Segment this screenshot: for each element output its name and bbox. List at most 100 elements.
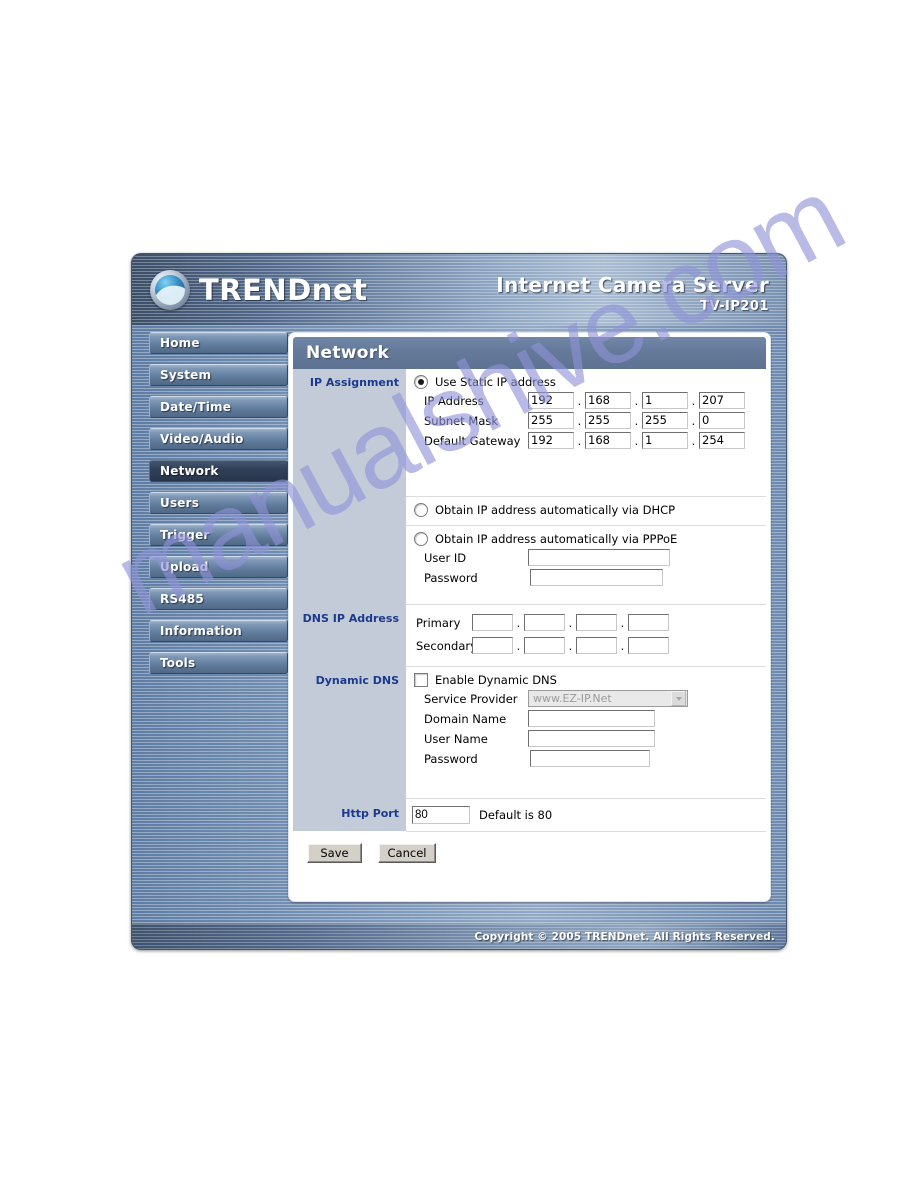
sidebar-nav: Home System Date/Time Video/Audio Networ… [149,332,288,684]
dhcp-option-label: Obtain IP address automatically via DHCP [435,503,676,517]
sidebar-item-datetime[interactable]: Date/Time [149,396,288,418]
section-dhcp: Obtain IP address automatically via DHCP [293,497,766,526]
ip-address-row: IP Address 192 . 168 . 1 . 207 [406,389,766,409]
dhcp-option-row[interactable]: Obtain IP address automatically via DHCP [406,497,766,517]
ip-address-octet-4[interactable]: 207 [699,392,745,409]
pppoe-userid-input[interactable] [528,549,670,566]
domain-name-label: Domain Name [424,711,507,726]
default-gateway-octet-4[interactable]: 254 [699,432,745,449]
product-model: TV-IP201 [700,299,769,314]
checkbox-enable-dynamic-dns[interactable] [414,673,428,687]
dns-secondary-dot-2: . [568,638,573,653]
dns-secondary-octet-3[interactable] [576,637,617,654]
section-label-http-port: Http Port [293,799,406,831]
pppoe-password-input[interactable] [530,569,663,586]
sidebar-item-upload[interactable]: Upload [149,556,288,578]
radio-obtain-via-pppoe[interactable] [414,532,428,546]
ip-address-octet-2[interactable]: 168 [585,392,631,409]
default-gateway-row: Default Gateway 192 . 168 . 1 . 254 [406,429,766,449]
static-ip-option-row[interactable]: Use Static IP address [406,369,766,389]
service-provider-row: Service Provider www.EZ-IP.Net [406,687,766,707]
section-label-dns-ip-address: DNS IP Address [293,605,406,667]
subnet-mask-label: Subnet Mask [424,413,499,428]
sidebar-item-information[interactable]: Information [149,620,288,642]
sidebar-item-rs485[interactable]: RS485 [149,588,288,610]
dns-primary-dot-1: . [516,615,521,630]
sidebar-item-tools[interactable]: Tools [149,652,288,674]
dns-primary-octet-2[interactable] [524,614,565,631]
pppoe-password-row: Password [406,566,766,586]
save-button[interactable]: Save [307,843,362,863]
brand-name-upper: TREND [199,272,312,307]
dns-secondary-octet-4[interactable] [628,637,669,654]
pppoe-password-label: Password [424,570,478,585]
section-label-ip-assignment: IP Assignment [293,369,406,497]
section-label-dynamic-dns: Dynamic DNS [293,667,406,799]
ddns-password-input[interactable] [530,750,650,767]
sidebar-item-network[interactable]: Network [149,460,288,482]
dns-primary-dot-2: . [568,615,573,630]
product-identity: Internet Camera Server TV-IP201 [496,273,769,315]
sidebar-item-system[interactable]: System [149,364,288,386]
subnet-mask-octet-2[interactable]: 255 [585,412,631,429]
ddns-password-label: Password [424,751,478,766]
header-bar: TRENDnet Internet Camera Server TV-IP201 [131,253,787,325]
dynamic-dns-body: Enable Dynamic DNS Service Provider www.… [406,667,766,799]
radio-obtain-via-dhcp[interactable] [414,503,428,517]
pppoe-userid-label: User ID [424,550,467,565]
radio-use-static-ip[interactable] [414,375,428,389]
dns-body: Primary . . . Secondary . . . [406,605,766,667]
page-title: Network [293,337,766,369]
dns-secondary-dot-3: . [620,638,625,653]
ip-address-octet-3[interactable]: 1 [642,392,688,409]
section-label-pppoe-spacer [293,526,406,605]
product-name: Internet Camera Server [496,273,769,297]
subnet-mask-octet-1[interactable]: 255 [528,412,574,429]
pppoe-option-row[interactable]: Obtain IP address automatically via PPPo… [406,526,766,546]
service-provider-label: Service Provider [424,691,518,706]
ddns-username-label: User Name [424,731,488,746]
camera-web-ui: TRENDnet Internet Camera Server TV-IP201… [131,253,787,950]
static-ip-option-label: Use Static IP address [435,375,556,389]
enable-dynamic-dns-label: Enable Dynamic DNS [435,673,557,687]
ddns-username-input[interactable] [528,730,655,747]
cancel-button[interactable]: Cancel [378,843,436,863]
sidebar-item-trigger[interactable]: Trigger [149,524,288,546]
section-label-dhcp-spacer [293,497,406,526]
sidebar-item-videoaudio[interactable]: Video/Audio [149,428,288,450]
service-provider-value: www.EZ-IP.Net [533,692,612,705]
subnet-dot-1: . [577,413,582,428]
enable-dynamic-dns-row[interactable]: Enable Dynamic DNS [406,667,766,687]
chevron-down-icon[interactable] [671,691,686,706]
subnet-mask-row: Subnet Mask 255 . 255 . 255 . 0 [406,409,766,429]
section-ip-assignment: IP Assignment Use Static IP address IP A… [293,369,766,497]
subnet-mask-octet-3[interactable]: 255 [642,412,688,429]
dns-primary-octet-4[interactable] [628,614,669,631]
sidebar-item-home[interactable]: Home [149,332,288,354]
default-gateway-label: Default Gateway [424,433,521,448]
dns-secondary-octet-1[interactable] [472,637,513,654]
default-gateway-octet-3[interactable]: 1 [642,432,688,449]
http-port-input[interactable]: 80 [412,806,470,824]
dns-secondary-octet-2[interactable] [524,637,565,654]
footer-bar: Copyright © 2005 TRENDnet. All Rights Re… [131,924,787,950]
section-http-port: Http Port 80 Default is 80 [293,799,766,832]
pppoe-body: Obtain IP address automatically via PPPo… [406,526,766,605]
ddns-username-row: User Name [406,727,766,747]
subnet-mask-octet-4[interactable]: 0 [699,412,745,429]
dns-primary-octet-3[interactable] [576,614,617,631]
trendnet-globe-icon [150,270,190,310]
default-gateway-octet-1[interactable]: 192 [528,432,574,449]
brand-wordmark: TRENDnet [199,272,367,307]
ip-address-octet-1[interactable]: 192 [528,392,574,409]
pppoe-option-label: Obtain IP address automatically via PPPo… [435,532,678,546]
ip-dot-2: . [634,393,639,408]
subnet-dot-2: . [634,413,639,428]
dns-secondary-row: Secondary . . . [406,631,766,654]
ip-dot-3: . [691,393,696,408]
domain-name-input[interactable] [528,710,655,727]
default-gateway-octet-2[interactable]: 168 [585,432,631,449]
dns-primary-octet-1[interactable] [472,614,513,631]
sidebar-item-users[interactable]: Users [149,492,288,514]
service-provider-select[interactable]: www.EZ-IP.Net [528,690,688,707]
